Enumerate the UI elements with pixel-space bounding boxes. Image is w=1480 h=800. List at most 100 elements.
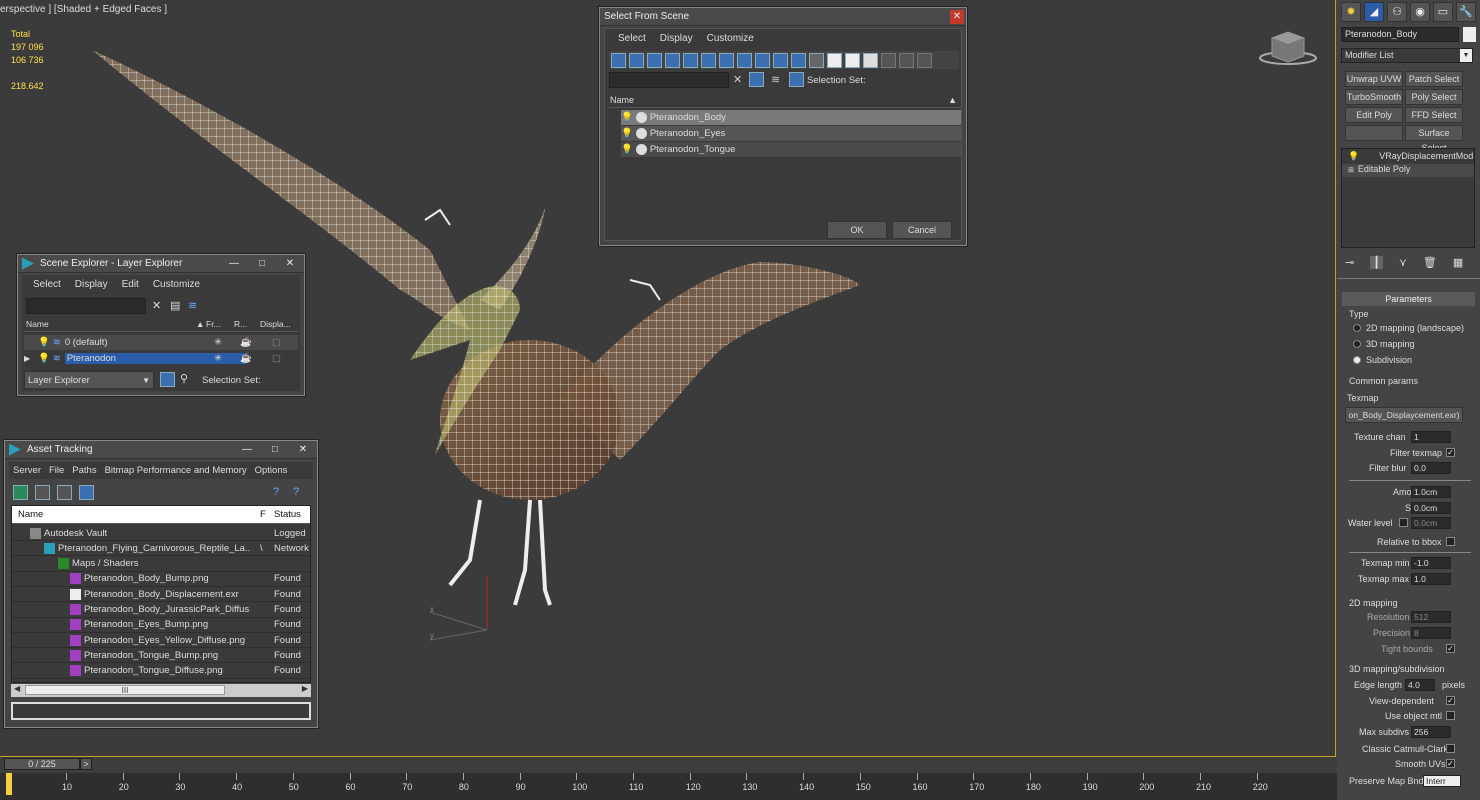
select-invert-icon[interactable] (845, 52, 860, 68)
water-level-checkbox[interactable] (1399, 518, 1408, 527)
menu-customize[interactable]: Customize (146, 279, 207, 290)
asset-row[interactable]: Maps / Shaders (12, 557, 310, 572)
scroll-left-icon[interactable]: ◀ (14, 684, 20, 693)
object-row-tongue[interactable]: 💡 Pteranodon_Tongue (621, 142, 961, 157)
menu-options[interactable]: Options (251, 465, 292, 476)
parameters-rollout[interactable]: Parameters (1342, 292, 1475, 306)
asset-row[interactable]: Pteranodon_Body_Displacement.exr Found (12, 587, 310, 603)
filter-funnel-icon[interactable] (881, 52, 896, 68)
hierarchy-icon[interactable]: ⚲ (180, 372, 188, 385)
utilities-tab-icon[interactable]: 🔧 (1456, 2, 1476, 22)
radio-2d-mapping[interactable] (1353, 324, 1361, 332)
asset-row[interactable]: Pteranodon_Body_JurassicPark_Diffus... Fo… (12, 603, 310, 618)
filter-groups-icon[interactable] (719, 52, 734, 68)
modifier-list-dropdown[interactable]: Modifier List ▼ (1341, 48, 1473, 63)
freeze-icon[interactable]: ✳ (214, 337, 222, 348)
clear-search-icon[interactable]: ✕ (733, 73, 742, 86)
col-status[interactable]: Status (274, 509, 301, 520)
asset-tracking-titlebar[interactable]: Asset Tracking — □ ✕ (5, 441, 317, 459)
motion-tab-icon[interactable]: ◉ (1410, 2, 1430, 22)
search-input[interactable] (609, 72, 729, 88)
col-name[interactable]: Name (18, 509, 43, 520)
expand-arrow-icon[interactable]: ▶ (24, 354, 38, 363)
col-name[interactable]: Name (26, 319, 49, 329)
filter-bones-icon[interactable] (755, 52, 770, 68)
view-dependent-checkbox[interactable]: ✓ (1446, 696, 1455, 705)
object-color-swatch[interactable] (1463, 27, 1476, 42)
layer-row-default[interactable]: 💡 ≋ 0 (default) ✳ ☕ ▢ (24, 335, 298, 350)
object-row-eyes[interactable]: 💡 Pteranodon_Eyes (621, 126, 961, 141)
col-frozen[interactable]: Fr... (206, 319, 221, 329)
relative-bbox-checkbox[interactable] (1446, 537, 1455, 546)
surface-select-button[interactable]: Surface Select (1405, 125, 1463, 153)
stack-item-vraydisplacement[interactable]: 💡 VRayDisplacementMod (1342, 151, 1474, 164)
texmap-min-spinner[interactable]: -1.0 (1411, 557, 1451, 569)
filter-geometry-icon[interactable] (611, 52, 626, 68)
refresh-icon[interactable] (13, 485, 28, 500)
filter-frozen-icon[interactable] (791, 52, 806, 68)
create-tab-icon[interactable]: ✸ (1341, 2, 1361, 22)
close-icon[interactable]: ✕ (950, 9, 964, 24)
texmap-max-spinner[interactable]: 1.0 (1411, 573, 1451, 585)
close-icon[interactable]: ✕ (289, 442, 317, 458)
radio-subdivision[interactable] (1353, 356, 1361, 364)
render-teapot-icon[interactable]: ☕ (240, 353, 252, 364)
preserve-map-dropdown[interactable]: Interr (1423, 775, 1461, 787)
maximize-icon[interactable]: □ (248, 256, 276, 272)
show-end-result-icon[interactable]: ┃ (1370, 256, 1383, 269)
edge-length-spinner[interactable]: 4.0 (1405, 679, 1435, 691)
list-view-icon[interactable] (35, 485, 50, 500)
radio-3d-mapping[interactable] (1353, 340, 1361, 348)
empty-set-button[interactable] (1345, 125, 1403, 141)
display-tab-icon[interactable]: ▭ (1433, 2, 1453, 22)
horizontal-scrollbar[interactable]: ◀ III ▶ (11, 684, 311, 697)
selection-set-icon[interactable] (789, 72, 804, 87)
filter-helpers-icon[interactable] (683, 52, 698, 68)
use-object-mtl-checkbox[interactable] (1446, 711, 1455, 720)
table-view-icon[interactable] (79, 485, 94, 500)
scroll-thumb[interactable]: III (25, 685, 225, 695)
select-dialog-titlebar[interactable]: Select From Scene ✕ (600, 8, 966, 26)
menu-file[interactable]: File (45, 465, 68, 476)
resolution-spinner[interactable]: 512 (1411, 611, 1451, 623)
track-bar[interactable]: 10 20 30 40 50 60 70 80 90 100 110 120 130 140 150 160 1… (0, 773, 1337, 800)
viewcube-icon[interactable] (1258, 30, 1318, 70)
menu-select[interactable]: Select (26, 279, 68, 290)
pin-stack-icon[interactable]: ⊸ (1345, 256, 1354, 269)
menu-paths[interactable]: Paths (68, 465, 100, 476)
layer-add-icon[interactable]: ≋ (188, 299, 197, 312)
render-teapot-icon[interactable]: ☕ (240, 337, 252, 348)
patch-select-button[interactable]: Patch Select (1405, 71, 1463, 87)
filter-containers-icon[interactable] (773, 52, 788, 68)
name-column-header[interactable]: Name ▲ (607, 94, 961, 108)
menu-display[interactable]: Display (68, 279, 115, 290)
asset-row[interactable]: Autodesk Vault Logged (12, 526, 310, 541)
asset-row[interactable]: Pteranodon_Tongue_Diffuse.png Found (12, 664, 310, 679)
filter-spacewarps-icon[interactable] (701, 52, 716, 68)
object-name-field[interactable]: Pteranodon_Body (1341, 27, 1459, 42)
list-options-icon[interactable] (917, 52, 932, 68)
catmull-checkbox[interactable] (1446, 744, 1455, 753)
asset-path-field[interactable] (11, 702, 311, 720)
close-icon[interactable]: ✕ (276, 256, 304, 272)
next-frame-button[interactable]: > (80, 758, 92, 770)
water-level-spinner[interactable]: 0.0cm (1411, 517, 1451, 529)
filter-shapes-icon[interactable] (629, 52, 644, 68)
asset-row[interactable]: Pteranodon_Tongue_Bump.png Found (12, 648, 310, 664)
select-dependents-icon[interactable] (863, 52, 878, 68)
unwrap-uvw-button[interactable]: Unwrap UVW (1345, 71, 1403, 87)
turbosmooth-button[interactable]: TurboSmooth (1345, 89, 1403, 105)
asset-row[interactable]: Pteranodon_Eyes_Bump.png Found (12, 618, 310, 633)
remove-modifier-icon[interactable]: 🗑 (1423, 256, 1437, 269)
find-case-icon[interactable] (749, 72, 764, 87)
select-none-icon[interactable] (827, 52, 842, 68)
ok-button[interactable]: OK (827, 221, 887, 239)
time-slider[interactable]: 0 / 225 (4, 758, 80, 770)
menu-edit[interactable]: Edit (115, 279, 146, 290)
max-subdivs-spinner[interactable]: 256 (1411, 726, 1451, 738)
explorer-type-dropdown[interactable]: Layer Explorer ▼ (24, 371, 154, 389)
search-input[interactable] (26, 298, 146, 314)
configure-modifier-sets-icon[interactable]: ▦ (1453, 256, 1463, 269)
display-box-icon[interactable]: ▢ (272, 337, 281, 348)
asset-row[interactable]: Pteranodon_Body_Bump.png Found (12, 572, 310, 587)
